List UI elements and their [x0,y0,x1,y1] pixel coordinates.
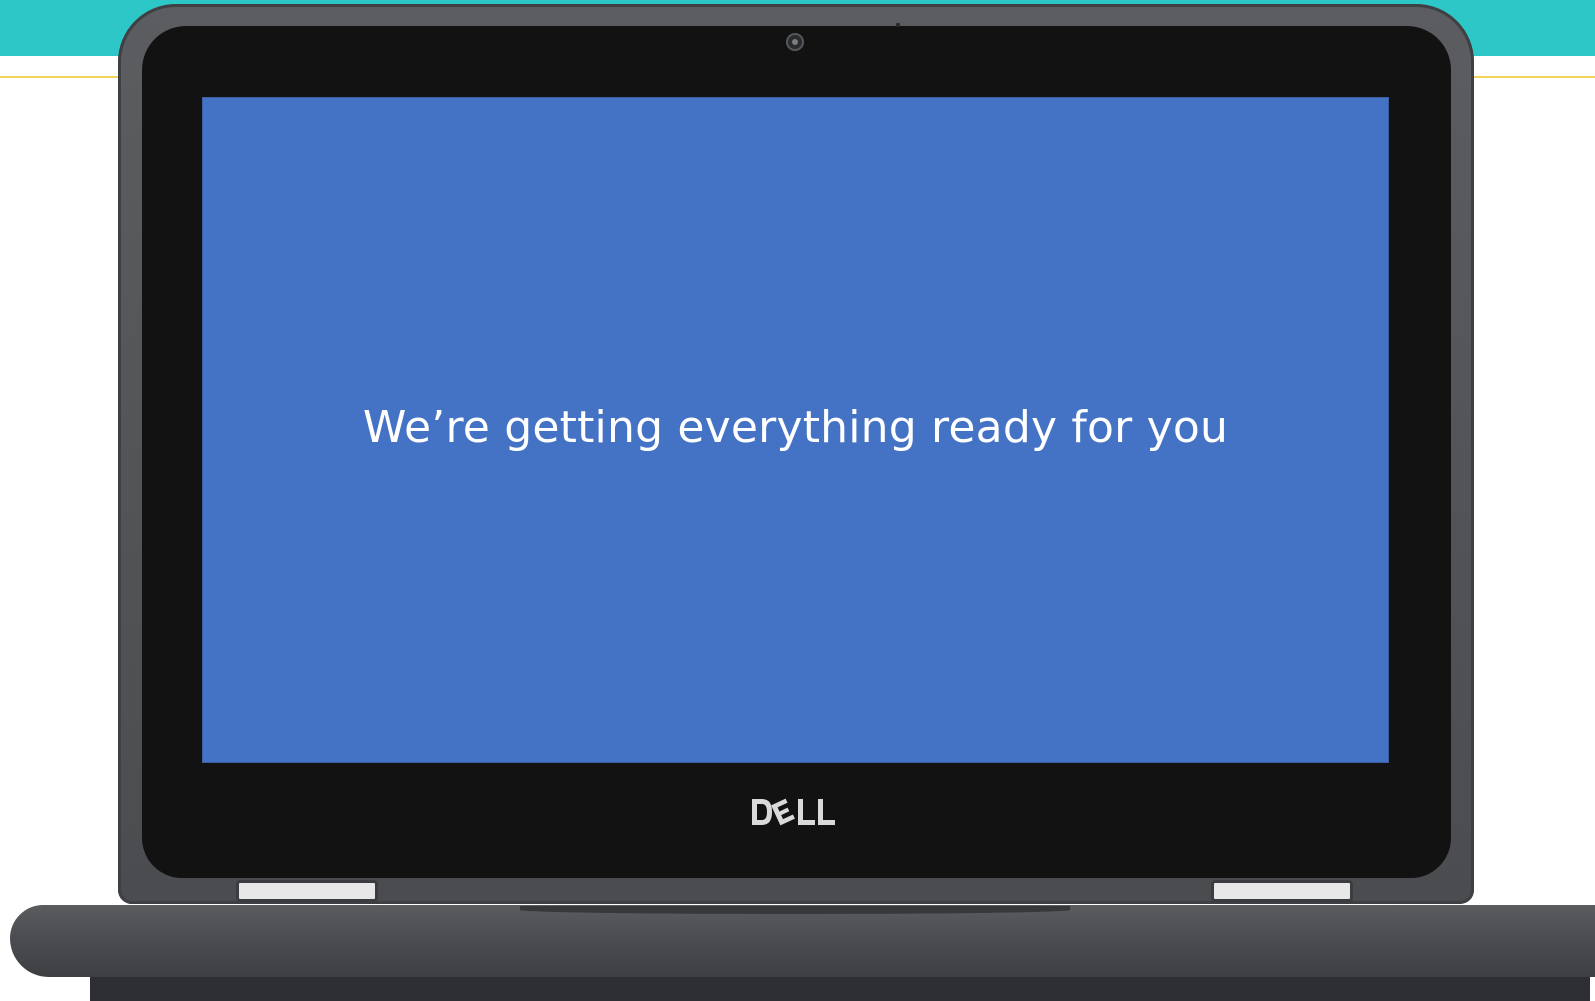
slide-canvas: We’re getting everything ready for you [0,0,1595,1001]
laptop-screen: We’re getting everything ready for you [203,98,1388,762]
hinge-left [236,880,378,902]
dell-logo [700,796,895,837]
webcam-icon [786,33,804,51]
dell-logo-mark [751,798,835,826]
microphone-icon [896,23,900,27]
laptop-base-groove [520,906,1070,914]
setup-status-message: We’re getting everything ready for you [362,401,1229,453]
laptop-base [10,905,1595,977]
hinge-right [1211,880,1353,902]
